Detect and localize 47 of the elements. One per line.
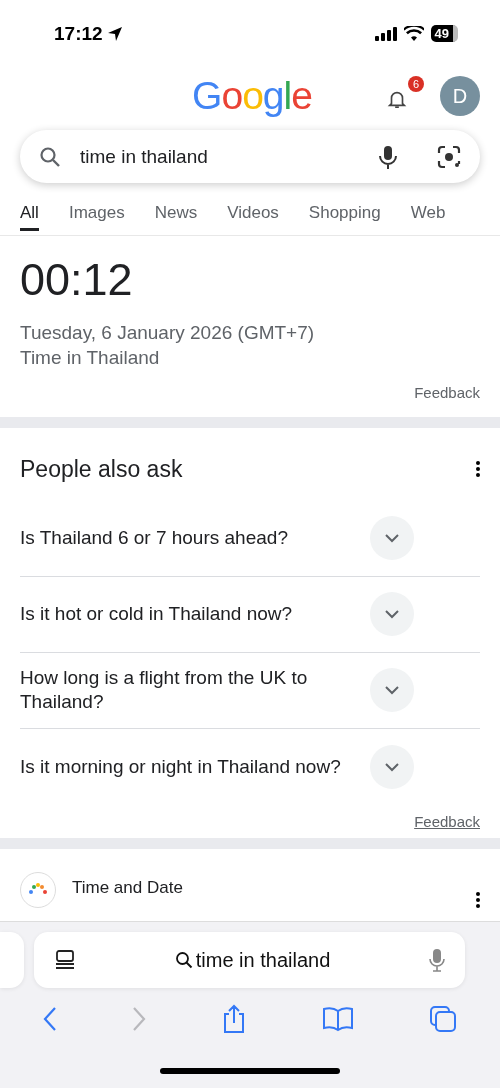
location-arrow-icon [106, 25, 123, 42]
chevron-down-icon [384, 533, 400, 544]
tabs-icon[interactable] [428, 1005, 457, 1033]
question-text: Is it hot or cold in Thailand now? [20, 602, 294, 627]
more-options-icon[interactable] [476, 461, 480, 478]
question-row[interactable]: How long is a flight from the UK to Thailand? [20, 652, 480, 729]
search-tab[interactable]: All [20, 195, 39, 232]
more-options-icon[interactable] [476, 891, 480, 908]
site-name[interactable]: Time and Date [72, 871, 460, 898]
date-text: Tuesday, 6 January 2026 (GMT+7) [20, 320, 316, 345]
feedback-link[interactable]: Feedback [394, 804, 500, 838]
wifi-icon [403, 26, 424, 42]
feedback-link[interactable]: Feedback [414, 383, 480, 401]
question-text: How long is a flight from the UK to Thailand? [20, 666, 309, 715]
question-row[interactable]: Is Thailand 6 or 7 hours ahead? [20, 500, 480, 577]
search-icon [174, 951, 193, 969]
location-caption: Time in Thailand [20, 345, 161, 370]
question-row[interactable]: Is it hot or cold in Thailand now? [20, 576, 480, 653]
signal-icon [374, 26, 397, 41]
search-icon [38, 144, 62, 169]
section-heading: People also ask [20, 455, 183, 483]
notification-badge: 6 [408, 76, 424, 93]
camera-lens-icon[interactable] [436, 143, 462, 170]
question-text: Is Thailand 6 or 7 hours ahead? [20, 526, 289, 551]
search-tab[interactable]: Images [68, 195, 125, 232]
chevron-down-icon [384, 609, 400, 620]
colorful-dots-icon [28, 882, 48, 897]
current-time: 00:12 [20, 253, 134, 306]
book-icon[interactable] [321, 1006, 354, 1032]
back-icon[interactable] [43, 1006, 58, 1032]
address-text: time in thailand [195, 948, 331, 972]
search-input[interactable]: time in thailand [78, 144, 360, 169]
search-tab[interactable]: News [154, 195, 198, 232]
search-tab[interactable]: Web [410, 195, 446, 232]
microphone-icon[interactable] [376, 143, 400, 170]
page-menu-icon[interactable] [54, 949, 76, 971]
question-text: Is it morning or night in Thailand now? [20, 754, 342, 779]
search-tab[interactable]: Videos [227, 195, 279, 232]
battery-level: 49 [430, 25, 458, 43]
status-time: 17:12 [54, 22, 103, 45]
chevron-down-icon [384, 761, 400, 772]
chevron-down-icon [384, 685, 400, 696]
question-row[interactable]: Is it morning or night in Thailand now? [20, 728, 480, 805]
search-tab[interactable]: Shopping [308, 195, 381, 232]
address-bar[interactable]: time in thailand [34, 932, 465, 988]
share-icon[interactable] [221, 1004, 247, 1034]
google-logo: Google [191, 74, 313, 119]
